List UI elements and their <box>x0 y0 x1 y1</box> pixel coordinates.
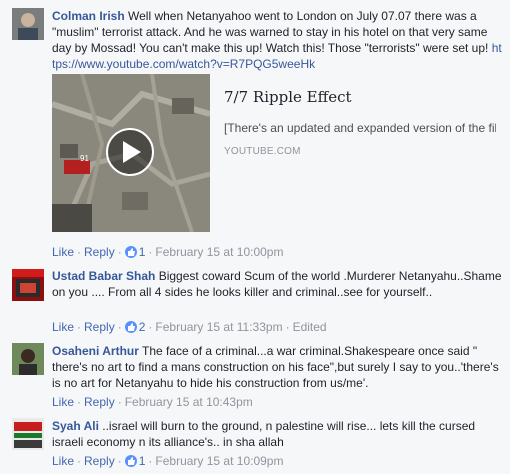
reply-button[interactable]: Reply <box>84 245 115 259</box>
comment-actions: Like · Reply · February 15 at 10:43pm <box>52 395 253 409</box>
like-button[interactable]: Like <box>52 395 74 409</box>
separator: · <box>148 320 153 334</box>
profile-photo-icon <box>12 269 44 301</box>
timestamp[interactable]: February 15 at 11:33pm <box>155 320 282 334</box>
timestamp[interactable]: February 15 at 10:00pm <box>155 245 283 259</box>
thumbs-up-icon <box>124 246 137 258</box>
play-button[interactable] <box>106 128 154 176</box>
separator: · <box>117 245 122 259</box>
preview-title[interactable]: 7/7 Ripple Effect <box>224 88 352 106</box>
edited-label[interactable]: Edited <box>293 320 327 334</box>
comment-body: Syah Ali ..israel will burn to the groun… <box>52 418 502 450</box>
separator: · <box>117 454 122 468</box>
reply-button[interactable]: Reply <box>84 395 115 409</box>
separator: · <box>77 395 82 409</box>
separator: · <box>148 245 153 259</box>
thumbs-up-icon <box>124 321 137 333</box>
link-preview[interactable]: 91 7/7 Ripple Effect [There's an updated… <box>52 74 500 232</box>
comment-author[interactable]: Osaheni Arthur <box>52 344 139 358</box>
thumbs-up-icon <box>124 455 137 467</box>
separator: · <box>77 245 82 259</box>
separator: · <box>77 320 82 334</box>
preview-description: [There's an updated and expanded version… <box>224 121 496 135</box>
separator: · <box>148 454 153 468</box>
comment-author[interactable]: Ustad Babar Shah <box>52 269 155 283</box>
reply-button[interactable]: Reply <box>84 454 115 468</box>
comment-author[interactable]: Colman Irish <box>52 9 125 23</box>
separator: · <box>117 320 122 334</box>
avatar[interactable] <box>12 8 44 40</box>
profile-photo-icon <box>12 8 44 40</box>
avatar[interactable] <box>12 343 44 375</box>
separator: · <box>117 395 122 409</box>
separator: · <box>285 320 290 334</box>
like-button[interactable]: Like <box>52 245 74 259</box>
profile-photo-icon <box>12 343 44 375</box>
play-icon <box>123 141 141 163</box>
preview-source: YOUTUBE.COM <box>224 146 301 157</box>
timestamp[interactable]: February 15 at 10:43pm <box>125 395 253 409</box>
reply-button[interactable]: Reply <box>84 320 115 334</box>
profile-photo-icon <box>12 418 44 450</box>
comment-body: Colman Irish Well when Netanyahoo went t… <box>52 8 502 72</box>
video-thumbnail[interactable]: 91 <box>52 74 210 232</box>
like-button[interactable]: Like <box>52 320 74 334</box>
thumb-label: 91 <box>80 154 89 163</box>
comment-actions: Like · Reply · 1 · February 15 at 10:09pm <box>52 454 283 468</box>
timestamp[interactable]: February 15 at 10:09pm <box>155 454 283 468</box>
comment-body: Osaheni Arthur The face of a criminal...… <box>52 343 502 391</box>
avatar[interactable] <box>12 269 44 301</box>
comment-text: ..israel will burn to the ground, n pale… <box>52 419 476 449</box>
like-button[interactable]: Like <box>52 454 74 468</box>
comment-author[interactable]: Syah Ali <box>52 419 99 433</box>
comment-actions: Like · Reply · 1 · February 15 at 10:00pm <box>52 245 283 259</box>
separator: · <box>77 454 82 468</box>
comment-actions: Like · Reply · 2 · February 15 at 11:33pm · Edit… <box>52 320 327 334</box>
avatar[interactable] <box>12 418 44 450</box>
comment-body: Ustad Babar Shah Biggest coward Scum of … <box>52 268 502 300</box>
